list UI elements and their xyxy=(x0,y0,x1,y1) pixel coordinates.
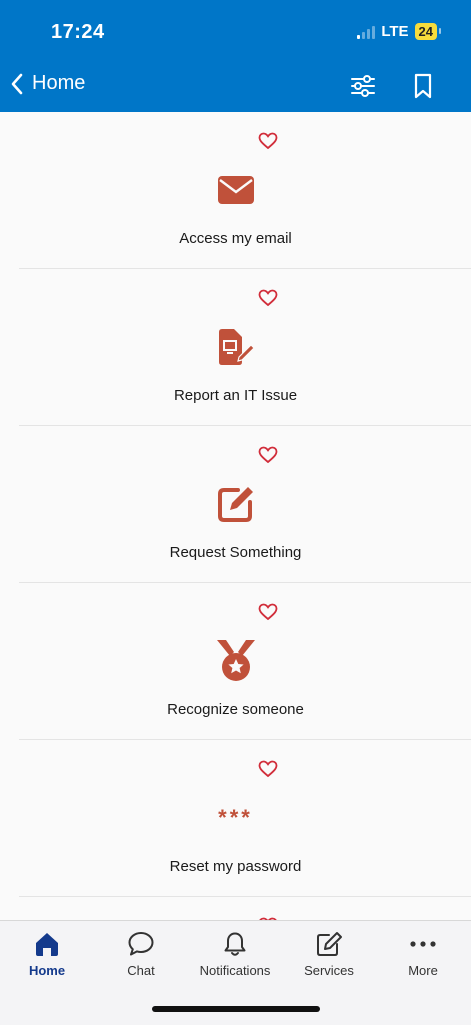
signal-icon xyxy=(357,25,376,39)
sliders-icon xyxy=(351,75,375,97)
medal-icon xyxy=(216,640,255,681)
tab-home[interactable]: Home xyxy=(0,931,94,978)
heart-icon[interactable] xyxy=(258,132,278,150)
tab-more[interactable]: More xyxy=(376,931,470,978)
more-dots-icon xyxy=(410,941,436,947)
document-edit-icon xyxy=(218,329,255,365)
tab-notifications[interactable]: Notifications xyxy=(188,931,282,978)
tab-chat[interactable]: Chat xyxy=(94,931,188,978)
card-label: Request Something xyxy=(169,544,302,561)
tab-services[interactable]: Services xyxy=(282,931,376,978)
quick-actions-list: Access my email Report an IT Issue Reque… xyxy=(0,112,471,920)
card-access-email[interactable]: Access my email xyxy=(0,112,471,269)
tab-label: Notifications xyxy=(199,963,271,978)
card-label: Access my email xyxy=(179,230,292,247)
card-partial[interactable] xyxy=(0,897,471,920)
chat-bubble-icon xyxy=(128,932,154,956)
heart-icon[interactable] xyxy=(258,289,278,307)
tab-label: Chat xyxy=(127,963,155,978)
card-request-something[interactable]: Request Something xyxy=(0,426,471,583)
edit-icon xyxy=(317,932,342,956)
tab-label: Services xyxy=(304,963,354,978)
status-time: 17:24 xyxy=(51,21,105,43)
home-icon xyxy=(36,933,58,956)
heart-icon[interactable] xyxy=(258,760,278,778)
network-type: LTE xyxy=(381,23,409,40)
card-label: Reset my password xyxy=(169,858,302,875)
card-label: Recognize someone xyxy=(167,701,304,718)
app-header: 17:24 LTE 24 Home xyxy=(0,0,471,112)
card-report-it-issue[interactable]: Report an IT Issue xyxy=(0,269,471,426)
tab-label: Home xyxy=(28,963,66,978)
status-indicators: LTE 24 xyxy=(357,23,442,40)
tab-label: More xyxy=(408,963,438,978)
envelope-icon xyxy=(217,176,254,204)
home-indicator[interactable] xyxy=(152,1006,320,1012)
card-label: Report an IT Issue xyxy=(173,387,298,404)
back-label: Home xyxy=(32,72,86,94)
heart-icon[interactable] xyxy=(258,446,278,464)
card-recognize-someone[interactable]: Recognize someone xyxy=(0,583,471,740)
pencil-square-icon xyxy=(217,487,253,522)
bookmark-icon xyxy=(414,73,432,99)
bookmark-button[interactable] xyxy=(409,72,437,100)
heart-icon[interactable] xyxy=(258,603,278,621)
filter-button[interactable] xyxy=(349,72,377,100)
chevron-left-icon xyxy=(11,73,23,94)
back-button[interactable]: Home xyxy=(10,72,85,95)
password-asterisks-icon: *** xyxy=(218,805,253,830)
bell-icon xyxy=(224,932,246,956)
battery-indicator: 24 xyxy=(414,23,442,40)
card-reset-password[interactable]: *** Reset my password xyxy=(0,740,471,897)
